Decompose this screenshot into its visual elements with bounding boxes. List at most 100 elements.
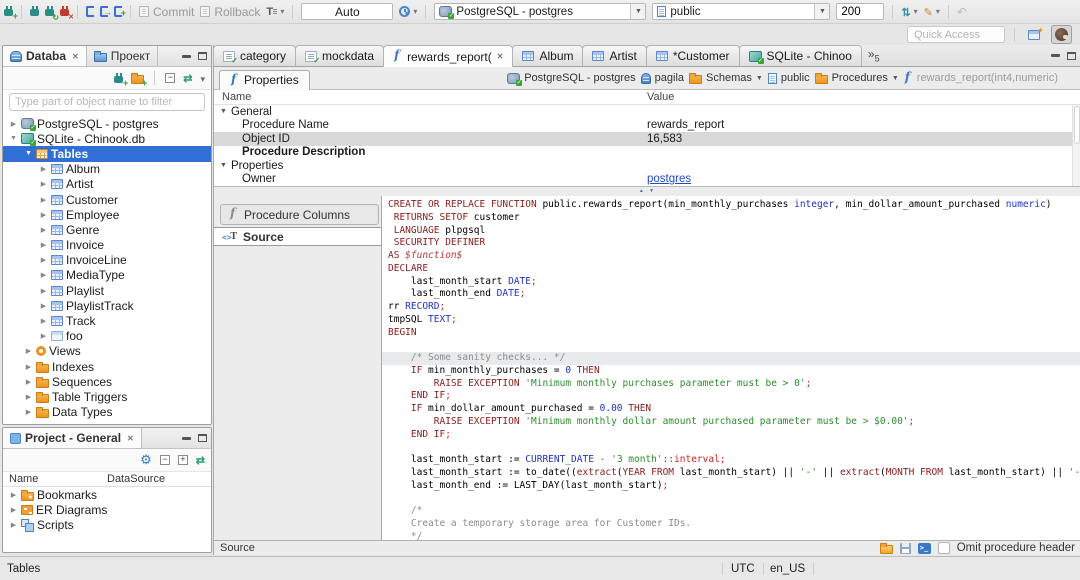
chevron-down-icon[interactable]: ▾ [914, 7, 918, 16]
grid-column-name[interactable]: Name [222, 91, 251, 103]
expand-arrow-icon[interactable]: ▶ [39, 241, 48, 249]
connect-icon[interactable] [30, 6, 39, 16]
tree-item-customer[interactable]: ▶ Customer [3, 192, 211, 207]
gear-icon[interactable] [140, 453, 152, 467]
chevron-down-icon[interactable]: ▼ [892, 75, 899, 82]
breadcrumb-item-rewards-report-int4-numeric[interactable]: rewards_report(int4,numeric) [904, 70, 1058, 85]
timezone-indicator[interactable]: UTC [722, 563, 764, 575]
expand-all-icon[interactable] [177, 454, 188, 465]
column-header-datasource[interactable]: DataSource [107, 473, 165, 485]
expand-arrow-icon[interactable]: ▶ [9, 120, 18, 128]
source-code-editor[interactable]: CREATE OR REPLACE FUNCTION public.reward… [382, 196, 1080, 540]
collapse-arrow-icon[interactable]: ▼ [220, 108, 227, 115]
collapse-arrow-icon[interactable]: ▼ [9, 135, 18, 142]
breadcrumb-item-pagila[interactable]: pagila [640, 72, 684, 84]
collapse-arrow-icon[interactable]: ▼ [24, 150, 33, 157]
tab-projects[interactable]: Проект [87, 46, 159, 66]
expand-arrow-icon[interactable]: ▶ [39, 165, 48, 173]
expand-arrow-icon[interactable]: ▶ [9, 491, 18, 499]
expand-arrow-icon[interactable]: ▶ [39, 271, 48, 279]
expand-arrow-icon[interactable]: ▶ [24, 378, 33, 386]
tree-item-indexes[interactable]: ▶ Indexes [3, 359, 211, 374]
maximize-icon[interactable] [1067, 51, 1076, 60]
breadcrumb-item-public[interactable]: public [767, 72, 810, 84]
tree-item-tables[interactable]: ▼ Tables [3, 146, 211, 162]
expand-arrow-icon[interactable]: ▶ [39, 196, 48, 204]
property-row-general[interactable]: ▼ General [214, 105, 1080, 119]
new-folder-icon[interactable] [131, 73, 147, 88]
chevron-down-icon[interactable]: ▾ [280, 7, 284, 16]
close-icon[interactable]: ✕ [72, 52, 79, 61]
expand-arrow-icon[interactable]: ▶ [39, 317, 48, 325]
splitter-handle[interactable]: ▲ ▼ [214, 187, 1080, 196]
tree-item-artist[interactable]: ▶ Artist [3, 177, 211, 192]
expand-arrow-icon[interactable]: ▶ [39, 332, 48, 340]
collapse-arrow-icon[interactable]: ▼ [220, 162, 227, 169]
tree-item-sqlite-chinook-db[interactable]: ▼ SQLite - Chinook.db [3, 131, 211, 147]
view-menu-icon[interactable] [200, 71, 205, 85]
property-row-owner[interactable]: Owner postgres [214, 173, 1080, 187]
transaction-block-icon[interactable] [86, 6, 94, 17]
tree-item-employee[interactable]: ▶ Employee [3, 207, 211, 222]
tab-project-general[interactable]: Project - General ✕ [3, 428, 142, 448]
reconnect-icon[interactable] [45, 6, 59, 22]
editor-tab-album[interactable]: Album [512, 45, 584, 66]
rollback-button[interactable]: Rollback [200, 5, 260, 19]
commit-button[interactable]: Commit [139, 5, 194, 19]
open-console-icon[interactable] [917, 542, 931, 554]
project-item-er-diagrams[interactable]: ▶ ER Diagrams [3, 502, 211, 517]
expand-arrow-icon[interactable]: ▶ [39, 226, 48, 234]
save-to-file-icon[interactable] [899, 542, 911, 554]
omit-procedure-header-checkbox[interactable] [937, 542, 950, 554]
history-icon[interactable] [399, 6, 411, 17]
open-perspective-button[interactable] [1024, 26, 1044, 43]
expand-arrow-icon[interactable]: ▶ [24, 363, 33, 371]
brush-icon[interactable] [924, 5, 933, 19]
schema-combo[interactable]: public ▼ [652, 3, 831, 20]
property-row-procedure-description[interactable]: Procedure Description [214, 146, 1080, 160]
property-row-procedure-name[interactable]: Procedure Name rewards_report [214, 119, 1080, 133]
expand-arrow-icon[interactable]: ▶ [24, 408, 33, 416]
tree-item-playlist[interactable]: ▶ Playlist [3, 283, 211, 298]
combo-dropdown-icon[interactable]: ▼ [630, 4, 646, 19]
grid-column-value[interactable]: Value [647, 91, 674, 103]
collapse-all-icon[interactable] [159, 454, 170, 465]
tree-item-foo[interactable]: ▶ foo [3, 329, 211, 344]
tree-item-mediatype[interactable]: ▶ MediaType [3, 268, 211, 283]
editor-tab-mockdata[interactable]: mockdata [295, 45, 385, 66]
column-header-name[interactable]: Name [3, 473, 107, 485]
close-icon[interactable]: ✕ [497, 52, 504, 61]
editor-tab-artist[interactable]: Artist [582, 45, 647, 66]
editor-tab-customer[interactable]: *Customer [645, 45, 740, 66]
tree-item-sequences[interactable]: ▶ Sequences [3, 374, 211, 389]
link-with-editor-icon[interactable] [183, 71, 192, 85]
side-tab-source[interactable]: Source [214, 227, 381, 246]
expand-arrow-icon[interactable]: ▶ [39, 256, 48, 264]
tree-item-data-types[interactable]: ▶ Data Types [3, 405, 211, 420]
project-item-scripts[interactable]: ▶ Scripts [3, 517, 211, 532]
transaction-jump-icon[interactable] [100, 6, 112, 17]
disconnect-icon[interactable] [60, 6, 74, 21]
tree-item-table-triggers[interactable]: ▶ Table Triggers [3, 389, 211, 404]
property-row-properties[interactable]: ▼ Properties [214, 159, 1080, 173]
close-icon[interactable]: ✕ [127, 434, 134, 443]
tree-item-invoice[interactable]: ▶ Invoice [3, 238, 211, 253]
new-connection-icon[interactable] [114, 72, 128, 88]
property-row-object-id[interactable]: Object ID 16,583 [214, 132, 1080, 146]
new-connection-icon[interactable] [4, 6, 18, 21]
chevron-down-icon[interactable]: ▾ [936, 7, 940, 16]
breadcrumb-item-postgresql-postgres[interactable]: PostgreSQL - postgres [507, 72, 636, 86]
quick-access-input[interactable] [907, 26, 1005, 43]
undo-icon[interactable] [957, 5, 967, 19]
transaction-filter-icon[interactable] [266, 6, 278, 18]
minimize-icon[interactable] [182, 436, 191, 440]
combo-dropdown-icon[interactable]: ▼ [814, 4, 830, 19]
tab-database-navigator[interactable]: Databa ✕ [3, 46, 87, 66]
collapse-all-icon[interactable] [165, 72, 176, 83]
property-value-link[interactable]: postgres [647, 173, 691, 185]
minimize-icon[interactable] [1051, 54, 1060, 57]
dbeaver-perspective-button[interactable] [1051, 25, 1072, 44]
breadcrumb-item-schemas[interactable]: Schemas ▼ [689, 72, 763, 84]
tree-item-track[interactable]: ▶ Track [3, 313, 211, 328]
editor-tab-category[interactable]: category [213, 45, 297, 66]
